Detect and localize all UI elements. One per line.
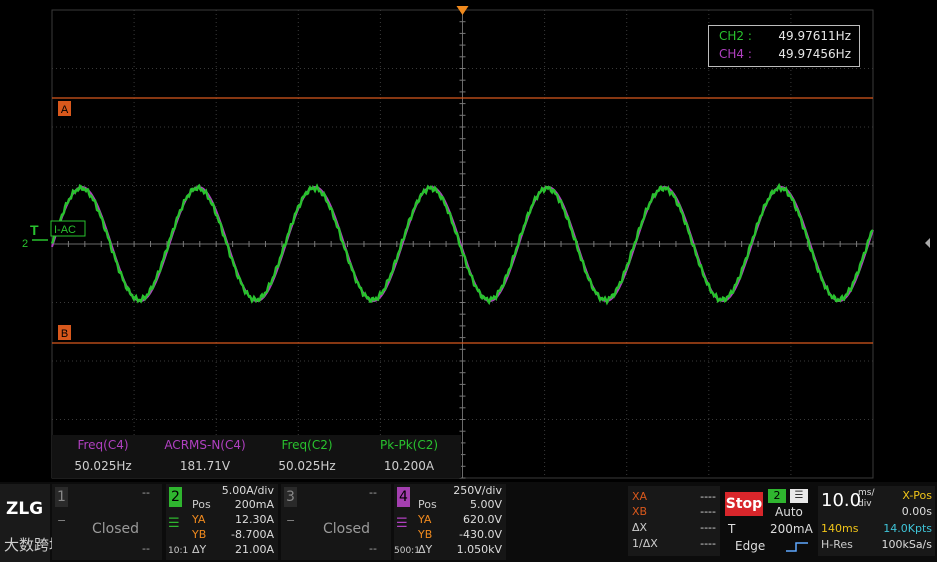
channel-dash: -- [369, 542, 377, 555]
record-length: 140ms [821, 522, 859, 535]
dy-label: ΔY [192, 543, 207, 556]
measurement-bar[interactable]: Freq(C4) ACRMS-N(C4) Freq(C2) Pk-Pk(C2) … [52, 435, 461, 478]
menu-icon: ☰ [168, 516, 180, 531]
measurement-name: Freq(C4) [77, 438, 129, 452]
freq-row-ch2: CH2 : 49.97611Hz [719, 29, 851, 45]
brand-panel: ZLG 大数跨境 [0, 484, 64, 562]
measurement-value: 10.200A [383, 459, 435, 473]
timebase-panel[interactable]: 10.0 ms/ div X-Pos 0.00s 140ms 14.0Kpts … [818, 486, 935, 556]
run-stop-button[interactable]: Stop [725, 492, 763, 516]
yb-value: -8.700A [231, 528, 274, 541]
channel-4-panel[interactable]: 4 ☰ 500:1 250V/div Pos 5.00V YA 620.0V Y… [394, 484, 506, 560]
probe-ratio: 10:1 [168, 546, 189, 556]
sample-rate: 100kSa/s [881, 538, 932, 551]
ya-label: YA [192, 513, 206, 526]
channel-state: Closed [323, 521, 371, 537]
probe-ratio: 500:1 [394, 546, 420, 556]
channel-3-panel[interactable]: 3 -- -- − Closed [281, 484, 391, 560]
point-count: 14.0Kpts [883, 522, 932, 535]
dy-label: ΔY [418, 543, 433, 556]
minus-icon: − [286, 514, 296, 527]
ch2-offset-marker: 2 [22, 238, 28, 250]
ya-value: 12.30A [234, 513, 274, 526]
measurement-name: Freq(C2) [281, 438, 333, 452]
pos-label: Pos [192, 498, 211, 511]
zlg-logo: ZLG [6, 499, 44, 519]
inv-dx-label: 1/ΔX [632, 537, 658, 550]
xa-value: ---- [700, 490, 716, 503]
hres-label: H-Res [821, 538, 853, 551]
freq-value: 49.97611Hz [778, 29, 851, 43]
trigger-type[interactable]: Edge [735, 539, 765, 553]
channel-number: 1 [55, 487, 68, 507]
pos-value: 200mA [234, 498, 274, 511]
trigger-level[interactable]: 200mA [770, 522, 813, 536]
freq-channel-label: CH4 : [719, 47, 752, 61]
dy-value: 21.00A [234, 543, 274, 556]
scroll-right-icon [925, 238, 930, 248]
inv-dx-value: ---- [700, 537, 716, 550]
menu-icon[interactable]: ☰ [790, 489, 808, 503]
channel-1-panel[interactable]: 1 -- -- − Closed [52, 484, 162, 560]
yb-label: YB [192, 528, 207, 541]
trigger-level-marker: T [30, 222, 39, 238]
channel-dash: -- [369, 486, 377, 499]
oscilloscope-screen: A B T 2 I-AC CH2 : 49.97611Hz CH4 : 49.97456… [0, 0, 937, 562]
pos-value: 5.00V [469, 498, 502, 511]
channel-number: 3 [284, 487, 297, 507]
vertical-scale: 250V/div [453, 484, 502, 497]
menu-icon: ☰ [396, 516, 408, 531]
trigger-label: I-AC [54, 224, 76, 236]
trigger-t-label: T [728, 522, 736, 536]
channel-number: 4 [397, 487, 410, 507]
dx-label: ΔX [632, 521, 648, 534]
timebase-unit: div [858, 499, 872, 509]
channel-dash: -- [142, 542, 150, 555]
xb-label: XB [632, 505, 648, 518]
timebase-scale: 10.0 [821, 490, 862, 511]
measurement-value: 181.71V [179, 459, 231, 473]
measurement-name: Pk-Pk(C2) [379, 438, 439, 452]
measurement-value: 50.025Hz [278, 459, 336, 473]
channel-2-panel[interactable]: 2 ☰ 10:1 5.00A/div Pos 200mA YA 12.30A Y… [166, 484, 278, 560]
rising-edge-icon [786, 542, 808, 552]
measurement-value: 50.025Hz [74, 459, 132, 473]
vertical-scale: 5.00A/div [221, 484, 274, 497]
xa-label: XA [632, 490, 648, 503]
freq-channel-label: CH2 : [719, 29, 752, 43]
xpos-label: X-Pos [902, 489, 932, 502]
ya-value: 620.0V [462, 513, 502, 526]
pos-label: Pos [418, 498, 437, 511]
channel-state: Closed [92, 521, 140, 537]
yb-value: -430.0V [459, 528, 502, 541]
trigger-source[interactable]: 2 [768, 489, 786, 503]
freq-value: 49.97456Hz [778, 47, 851, 61]
cursor-panel[interactable]: XA ---- XB ---- ΔX ---- 1/ΔX ---- [628, 486, 720, 556]
frequency-counter-panel: CH2 : 49.97611Hz CH4 : 49.97456Hz [708, 25, 860, 67]
cursor-b-label: B [61, 328, 68, 340]
cursor-a-label: A [61, 104, 69, 116]
yb-label: YB [418, 528, 433, 541]
freq-row-ch4: CH4 : 49.97456Hz [719, 47, 851, 63]
dx-value: ---- [700, 521, 716, 534]
xpos-value: 0.00s [901, 505, 932, 518]
minus-icon: − [57, 514, 67, 527]
channel-dash: -- [142, 486, 150, 499]
channel-number: 2 [169, 487, 182, 507]
timebase-unit: ms/ [858, 488, 875, 498]
measurement-name: ACRMS-N(C4) [164, 438, 246, 452]
dy-value: 1.050kV [456, 543, 502, 556]
trigger-mode[interactable]: Auto [775, 505, 803, 519]
xb-value: ---- [700, 505, 716, 518]
ya-label: YA [418, 513, 432, 526]
